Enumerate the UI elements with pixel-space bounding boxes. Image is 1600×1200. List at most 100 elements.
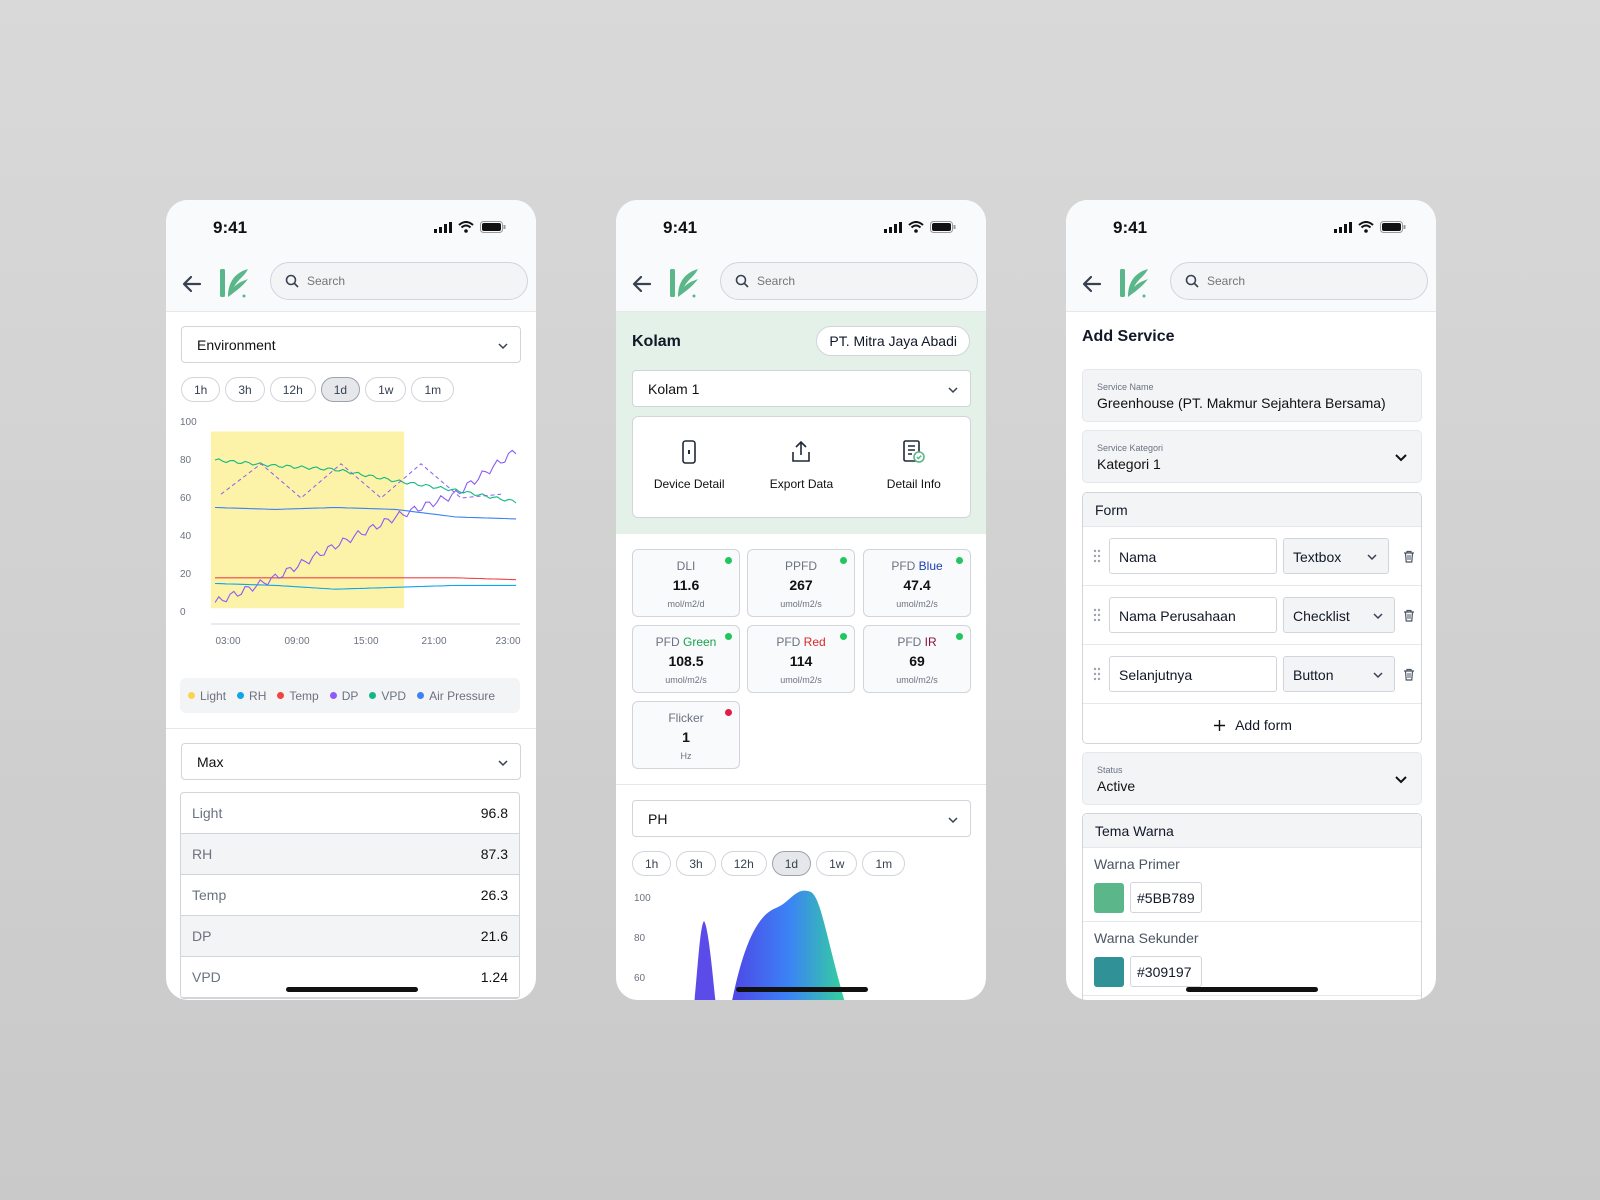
device-detail-button[interactable]: Device Detail — [633, 417, 745, 517]
range-chip-1w[interactable]: 1w — [365, 377, 407, 402]
color-swatch[interactable] — [1094, 883, 1124, 913]
search-bar[interactable] — [270, 262, 528, 300]
range-chip-1h[interactable]: 1h — [181, 377, 221, 402]
legend-item-dp: DP — [329, 688, 359, 703]
service-kategori-value: Kategori 1 — [1097, 456, 1161, 472]
metric-card-flicker[interactable]: Flicker 1 Hz — [632, 701, 740, 769]
status-select[interactable]: Status Active — [1082, 752, 1422, 805]
company-pill[interactable]: PT. Mitra Jaya Abadi — [816, 326, 970, 356]
status-dot — [725, 709, 732, 716]
range-chip-1m[interactable]: 1m — [862, 851, 906, 876]
search-input[interactable] — [757, 274, 957, 288]
plus-icon — [1214, 719, 1226, 731]
pool-dropdown[interactable]: Kolam 1 — [632, 370, 971, 407]
metric-card-ppfd[interactable]: PPFD 267 umol/m2/s — [747, 549, 855, 617]
metric-card-pfd-blue[interactable]: PFD Blue 47.4 umol/m2/s — [863, 549, 971, 617]
section-divider — [166, 728, 536, 729]
range-chip-1h[interactable]: 1h — [632, 851, 672, 876]
home-indicator[interactable] — [736, 987, 868, 992]
stat-label: Light — [192, 805, 223, 821]
range-chip-1w[interactable]: 1w — [816, 851, 858, 876]
form-field-type-select[interactable]: Checklist — [1283, 597, 1395, 633]
brand-logo — [670, 269, 698, 298]
form-field-name[interactable]: Nama — [1109, 538, 1277, 574]
range-chip-3h[interactable]: 3h — [676, 851, 716, 876]
time-range-chips: 1h 3h 12h 1d 1w 1m — [181, 377, 455, 402]
legend-label: DP — [341, 688, 359, 703]
page-title: Kolam — [632, 333, 681, 350]
stat-label: VPD — [192, 969, 221, 985]
form-field-type-select[interactable]: Textbox — [1283, 538, 1389, 574]
status-dot — [840, 557, 847, 564]
home-indicator[interactable] — [1186, 987, 1318, 992]
legend-label: VPD — [381, 688, 407, 703]
range-chip-12h[interactable]: 12h — [720, 851, 767, 876]
add-form-button[interactable]: Add form — [1083, 705, 1421, 743]
drag-handle-icon[interactable] — [1093, 667, 1101, 681]
x-tick-label: 03:00 — [215, 636, 240, 647]
metric-title: DLI — [633, 559, 739, 573]
range-chip-12h[interactable]: 12h — [269, 377, 316, 402]
form-field-type-value: Textbox — [1293, 549, 1342, 565]
back-arrow-icon[interactable] — [1080, 272, 1104, 296]
environment-dropdown[interactable]: Environment — [181, 326, 521, 363]
stat-dropdown[interactable]: Max — [181, 743, 521, 780]
range-chip-3h[interactable]: 3h — [225, 377, 265, 402]
phone-environment: 9:41 Environment 1h 3h 12h 1d 1w 1m 0 20 4… — [166, 200, 536, 1000]
detail-info-button[interactable]: Detail Info — [858, 417, 970, 517]
service-name-field[interactable]: Service Name Greenhouse (PT. Makmur Seja… — [1082, 369, 1422, 422]
trash-icon[interactable] — [1403, 550, 1415, 563]
search-bar[interactable] — [1170, 262, 1428, 300]
service-kategori-select[interactable]: Service Kategori Kategori 1 — [1082, 430, 1422, 483]
color-swatch[interactable] — [1094, 957, 1124, 987]
chevron-down-icon — [1373, 672, 1383, 679]
metric-prefix: Flicker — [668, 711, 704, 725]
legend-dot — [329, 692, 337, 699]
metric-card-dli[interactable]: DLI 11.6 mol/m2/d — [632, 549, 740, 617]
metric-card-pfd-red[interactable]: PFD Red 114 umol/m2/s — [747, 625, 855, 693]
metric-title: PFD Red — [748, 635, 854, 649]
metric-title: Flicker — [633, 711, 739, 725]
metric-prefix: PFD — [897, 635, 922, 649]
metric-card-pfd-ir[interactable]: PFD IR 69 umol/m2/s — [863, 625, 971, 693]
status-value: Active — [1097, 778, 1136, 794]
metric-title: PFD Green — [633, 635, 739, 649]
back-arrow-icon[interactable] — [180, 272, 204, 296]
search-icon — [1185, 274, 1199, 288]
search-input[interactable] — [1207, 274, 1407, 288]
trash-icon[interactable] — [1403, 668, 1415, 681]
range-chip-1m[interactable]: 1m — [411, 377, 455, 402]
wifi-icon — [458, 221, 474, 233]
home-indicator[interactable] — [286, 987, 418, 992]
color-row-secondary: Warna Sekunder #309197 — [1083, 922, 1421, 996]
color-hex-input[interactable]: #309197 — [1130, 956, 1202, 987]
drag-handle-icon[interactable] — [1093, 608, 1101, 622]
export-data-button[interactable]: Export Data — [745, 417, 857, 517]
trash-icon[interactable] — [1403, 609, 1415, 622]
status-bar: 9:41 — [1066, 200, 1436, 256]
device-detail-label: Device Detail — [653, 477, 725, 491]
range-chip-1d[interactable]: 1d — [320, 377, 361, 402]
phone-kolam: 9:41 Kolam PT. Mitra Jaya Abadi Kolam 1 … — [616, 200, 986, 1000]
color-hex-input[interactable]: #5BB789 — [1130, 882, 1202, 913]
metric-value: 1 — [682, 729, 690, 745]
metric-card-pfd-green[interactable]: PFD Green 108.5 umol/m2/s — [632, 625, 740, 693]
stat-label: DP — [192, 928, 212, 944]
range-chip-1d[interactable]: 1d — [771, 851, 812, 876]
search-input[interactable] — [307, 274, 507, 288]
stat-label: Temp — [192, 887, 227, 903]
form-field-type-value: Checklist — [1293, 608, 1350, 624]
form-field-name[interactable]: Selanjutnya — [1109, 656, 1277, 692]
parameter-dropdown[interactable]: PH — [632, 800, 971, 837]
theme-color-card: Tema Warna Warna Primer #5BB789 Warna Se… — [1082, 813, 1422, 1000]
legend-dot — [417, 692, 425, 699]
chevron-down-icon — [1395, 454, 1407, 462]
form-field-name[interactable]: Nama Perusahaan — [1109, 597, 1277, 633]
top-bar — [166, 256, 536, 312]
back-arrow-icon[interactable] — [630, 272, 654, 296]
metric-prefix: PFD — [891, 559, 916, 573]
search-bar[interactable] — [720, 262, 978, 300]
form-field-type-select[interactable]: Button — [1283, 656, 1395, 692]
battery-icon — [1380, 221, 1406, 233]
drag-handle-icon[interactable] — [1093, 549, 1101, 563]
